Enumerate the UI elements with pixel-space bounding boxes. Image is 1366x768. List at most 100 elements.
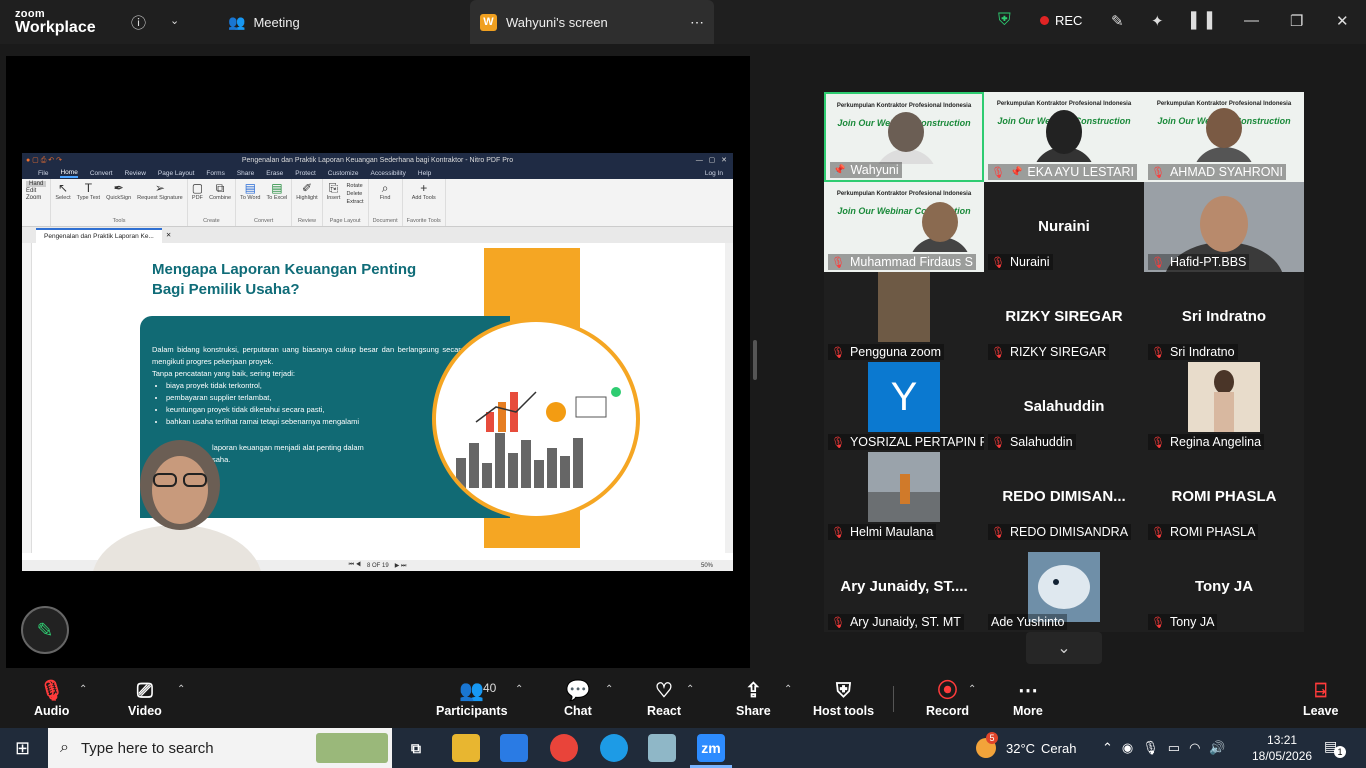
tool-edit[interactable]: Edit	[26, 188, 36, 194]
share-options-caret[interactable]: ⌃	[784, 684, 792, 695]
share-button[interactable]: ⇪ Share	[736, 678, 771, 718]
select-button[interactable]: ↖ Select	[55, 181, 70, 201]
page-nav-icons[interactable]: ⏮ ◀	[349, 562, 361, 569]
menu-share[interactable]: Share	[237, 170, 254, 177]
annotate-pencil-icon[interactable]: ✎	[1111, 12, 1124, 30]
split-view-handle[interactable]	[753, 340, 757, 380]
menu-review[interactable]: Review	[125, 170, 146, 177]
delete-button[interactable]: Delete	[346, 191, 363, 197]
page-indicator[interactable]: 8 OF 19	[367, 563, 389, 569]
chat-options-caret[interactable]: ⌃	[605, 684, 613, 695]
record-button[interactable]: ⦿ Record	[926, 678, 969, 718]
participant-tile[interactable]: REDO DIMISAN... 🎙 REDO DIMISANDRA	[984, 452, 1144, 542]
chevron-down-icon[interactable]: ⌄	[170, 14, 179, 27]
zoom-level[interactable]: 50%	[701, 563, 713, 569]
annotate-float-button[interactable]: ✎	[21, 606, 69, 654]
participants-options-caret[interactable]: ⌃	[515, 684, 523, 695]
to-excel-button[interactable]: ▤ To Excel	[266, 181, 287, 201]
wifi-icon[interactable]: ◠	[1189, 740, 1200, 756]
type-text-button[interactable]: T Type Text	[77, 181, 100, 201]
more-button[interactable]: ⋯ More	[1013, 678, 1043, 718]
find-button[interactable]: ⌕ Find	[380, 181, 391, 201]
chevron-up-icon[interactable]: ⌃	[1102, 740, 1113, 756]
menu-erase[interactable]: Erase	[266, 170, 283, 177]
file-explorer-icon[interactable]	[452, 734, 480, 762]
edge-icon[interactable]	[600, 734, 628, 762]
menu-help[interactable]: Help	[418, 170, 431, 177]
mic-tray-icon[interactable]: 🎙	[1142, 740, 1159, 756]
page-nav-next-icons[interactable]: ▶ ⏭	[395, 562, 407, 570]
participant-tile[interactable]: 🎙 Pengguna zoom	[824, 272, 984, 362]
info-icon[interactable]: ⓘ	[131, 12, 146, 33]
menu-convert[interactable]: Convert	[90, 170, 113, 177]
ai-sparkle-icon[interactable]: ✦	[1151, 12, 1164, 30]
shield-check-icon[interactable]: ⛨	[998, 10, 1011, 30]
participants-button[interactable]: 👥 Participants	[436, 678, 508, 718]
task-view-icon[interactable]: ⧉	[402, 734, 430, 762]
pdf-button[interactable]: ▢ PDF	[192, 181, 203, 201]
participant-tile[interactable]: Perkumpulan Kontraktor Profesional Indon…	[824, 182, 984, 272]
highlight-button[interactable]: ✐ Highlight	[296, 181, 317, 201]
chrome-icon[interactable]	[550, 734, 578, 762]
leave-button[interactable]: ⍈ Leave	[1303, 678, 1338, 718]
login-link[interactable]: Log In	[705, 170, 723, 177]
participant-tile[interactable]: Ade Yushinto	[984, 542, 1144, 632]
record-options-caret[interactable]: ⌃	[968, 684, 976, 695]
notification-button[interactable]: ▤ 1	[1324, 738, 1346, 758]
request-signature-button[interactable]: ➢ Request Signature	[137, 181, 183, 201]
participant-tile[interactable]: Perkumpulan Kontraktor Profesional Indon…	[984, 92, 1144, 182]
menu-forms[interactable]: Forms	[206, 170, 224, 177]
close-icon[interactable]: ✕	[1336, 12, 1349, 30]
participant-tile[interactable]: Ary Junaidy, ST.... 🎙 Ary Junaidy, ST. MT	[824, 542, 984, 632]
menu-protect[interactable]: Protect	[295, 170, 316, 177]
to-word-button[interactable]: ▤ To Word	[240, 181, 260, 201]
add-tools-button[interactable]: + Add Tools	[412, 181, 436, 201]
insert-button[interactable]: ⎘ Insert	[327, 181, 341, 205]
menu-file[interactable]: File	[38, 170, 48, 177]
document-tab[interactable]: Pengenalan dan Praktik Laporan Ke...	[36, 227, 162, 243]
tab-shared-screen[interactable]: W Wahyuni's screen ⋯	[470, 0, 714, 44]
volume-icon[interactable]: 🔊	[1209, 740, 1225, 756]
battery-icon[interactable]: ▭	[1168, 740, 1180, 756]
participant-tile[interactable]: 🎙 Helmi Maulana	[824, 452, 984, 542]
menu-customize[interactable]: Customize	[328, 170, 359, 177]
menu-page-layout[interactable]: Page Layout	[158, 170, 195, 177]
tool-zoom[interactable]: Zoom	[26, 195, 41, 201]
tab-meeting[interactable]: 👥 Meeting	[218, 0, 310, 44]
participant-tile[interactable]: Perkumpulan Kontraktor Profesional Indon…	[824, 92, 984, 182]
participant-tile[interactable]: 🎙 Hafid-PT.BBS	[1144, 182, 1304, 272]
react-button[interactable]: ♡ React	[647, 678, 681, 718]
more-options-icon[interactable]: ⋯	[690, 14, 704, 31]
nitro-scrollbar[interactable]	[725, 243, 733, 553]
menu-accessibility[interactable]: Accessibility	[371, 170, 406, 177]
nitro-window-controls[interactable]: — ▢ ✕	[696, 156, 727, 164]
host-tools-button[interactable]: ⛨ Host tools	[813, 678, 874, 718]
video-options-caret[interactable]: ⌃	[177, 684, 185, 695]
gallery-scroll-down-button[interactable]: ⌄	[1026, 632, 1102, 664]
menu-home[interactable]: Home	[60, 169, 78, 178]
quicksign-button[interactable]: ✒ QuickSign	[106, 181, 131, 201]
participant-tile[interactable]: Tony JA 🎙 Tony JA	[1144, 542, 1304, 632]
notepad-icon[interactable]	[648, 734, 676, 762]
react-options-caret[interactable]: ⌃	[686, 684, 694, 695]
participant-tile[interactable]: 🎙 Regina Angelina	[1144, 362, 1304, 452]
participant-tile[interactable]: ROMI PHASLA 🎙 ROMI PHASLA	[1144, 452, 1304, 542]
taskbar-search-box[interactable]: ⌕ Type here to search	[48, 728, 392, 768]
extract-button[interactable]: Extract	[346, 199, 363, 205]
participant-tile[interactable]: Sri Indratno 🎙 Sri Indratno	[1144, 272, 1304, 362]
audio-button[interactable]: 🎙 Audio	[34, 678, 69, 718]
participant-tile[interactable]: Perkumpulan Kontraktor Profesional Indon…	[1144, 92, 1304, 182]
windows-start-icon[interactable]: ⊞	[15, 738, 30, 759]
video-button[interactable]: ⎚ Video	[128, 678, 162, 718]
clock[interactable]: 13:21 18/05/2026	[1252, 732, 1312, 764]
audio-options-caret[interactable]: ⌃	[79, 684, 87, 695]
participant-tile[interactable]: RIZKY SIREGAR 🎙 RIZKY SIREGAR	[984, 272, 1144, 362]
tool-hand[interactable]: Hand	[26, 181, 47, 187]
participant-tile[interactable]: Salahuddin 🎙 Salahuddin	[984, 362, 1144, 452]
layout-icon[interactable]: ▌▐	[1191, 12, 1212, 29]
combine-button[interactable]: ⧉ Combine	[209, 181, 231, 201]
chat-button[interactable]: 💬 Chat	[564, 678, 592, 718]
close-tab-icon[interactable]: ✕	[162, 231, 175, 239]
participant-tile[interactable]: Y 🎙YOSRIZAL PERTAPIN R...	[824, 362, 984, 452]
minimize-icon[interactable]: —	[1244, 12, 1259, 29]
